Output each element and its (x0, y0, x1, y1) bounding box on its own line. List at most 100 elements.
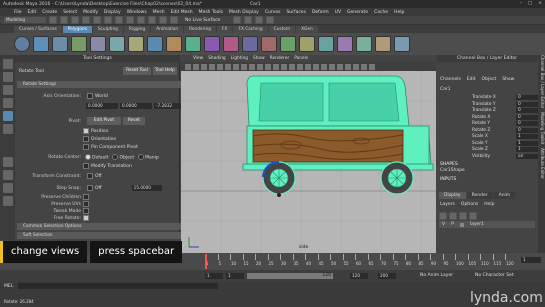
preserve-children-checkbox[interactable] (83, 194, 89, 200)
wireframe-on-shaded-icon[interactable] (281, 63, 287, 70)
channel-attribute-row[interactable]: Translate Y0 (440, 101, 542, 107)
poly-cube-icon[interactable] (33, 36, 49, 52)
layer-color-swatch[interactable] (459, 222, 464, 227)
shelf-tab-fx[interactable]: FX (217, 26, 233, 33)
single-pane-layout-icon[interactable] (2, 157, 13, 167)
layer-tab-display[interactable]: Display (439, 192, 466, 199)
render-icon[interactable] (233, 16, 242, 24)
textured-icon[interactable] (289, 63, 295, 70)
separate-icon[interactable] (166, 36, 182, 52)
transform-constraint-dropdown-arrow[interactable] (87, 173, 93, 179)
select-component-icon[interactable] (126, 16, 134, 24)
shelf-tab-custom[interactable]: Custom (268, 26, 296, 33)
smooth-icon[interactable] (223, 36, 239, 52)
channel-menu-edit[interactable]: Edit (467, 77, 476, 82)
layer-menu-layers[interactable]: Layers (440, 202, 455, 207)
free-rotate-checkbox[interactable] (83, 215, 89, 221)
channel-attribute-row[interactable]: Translate Z0 (440, 108, 542, 113)
image-plane-icon[interactable] (209, 63, 215, 70)
grid-icon[interactable] (217, 63, 223, 70)
rotate-center-manip-radio[interactable] (138, 154, 145, 160)
resolution-gate-icon[interactable] (233, 63, 239, 70)
range-inner-end-field[interactable]: 120 (350, 273, 368, 279)
shelf-tab-curves-surfaces[interactable]: Curves / Surfaces (14, 26, 62, 33)
menu-display[interactable]: Display (104, 10, 121, 15)
menu-help[interactable]: Help (394, 10, 404, 15)
four-pane-layout-icon[interactable] (2, 170, 13, 180)
render-settings-icon[interactable] (255, 16, 264, 24)
magnet-icon[interactable] (170, 16, 178, 24)
axis-orientation-value[interactable]: World (95, 94, 108, 99)
menu-create[interactable]: Create (42, 10, 57, 15)
uv-editor-icon[interactable] (394, 36, 410, 52)
menu-mesh-tools[interactable]: Mesh Tools (199, 10, 223, 15)
poly-torus-icon[interactable] (90, 36, 106, 52)
snap-point-icon[interactable] (159, 16, 167, 24)
viewport-menu-view[interactable]: View (193, 56, 203, 61)
step-snap-amount[interactable]: 15.0000 (131, 185, 162, 191)
channel-menu-object[interactable]: Object (482, 77, 497, 82)
menu-uv[interactable]: UV (335, 10, 341, 15)
layer-menu-help[interactable]: Help (484, 202, 494, 207)
depth-of-field-icon[interactable] (337, 63, 343, 70)
viewport-menu-lighting[interactable]: Lighting (231, 56, 248, 61)
rotate-center-default-radio[interactable] (85, 154, 91, 160)
channel-attribute-row[interactable]: Rotate Z0 (440, 127, 542, 133)
lasso-tool-icon[interactable] (2, 72, 13, 82)
shelf-tab-animation[interactable]: Animation (151, 26, 184, 33)
common-selection-section[interactable]: Common Selection Options (17, 223, 183, 230)
isolate-select-icon[interactable] (345, 63, 351, 70)
viewport-menu-shading[interactable]: Shading (208, 56, 225, 61)
select-object-icon[interactable] (115, 16, 123, 24)
xray-icon[interactable] (353, 63, 359, 70)
target-weld-icon[interactable] (375, 36, 391, 52)
rotate-tool-icon[interactable] (2, 111, 13, 121)
transform-constraint-value[interactable]: Off (95, 174, 102, 179)
side-tab-attribute-editor[interactable]: Attribute Editor (540, 148, 545, 179)
side-tab-channel-box[interactable]: Channel Box / Layer Editor (540, 55, 545, 108)
menu-edit[interactable]: Edit (28, 10, 37, 15)
poly-plane-icon[interactable] (109, 36, 125, 52)
range-start-field[interactable]: 1 (205, 273, 223, 279)
scale-tool-icon[interactable] (2, 124, 13, 134)
snap-grid-icon[interactable] (137, 16, 145, 24)
ipr-render-icon[interactable] (244, 16, 253, 24)
combine-icon[interactable] (147, 36, 163, 52)
ambient-occlusion-icon[interactable] (313, 63, 319, 70)
channel-menu-show[interactable]: Show (502, 77, 514, 82)
bevel-icon[interactable] (299, 36, 315, 52)
viewport-menu-renderer[interactable]: Renderer (270, 56, 290, 61)
select-tool-icon[interactable] (2, 59, 13, 69)
rotate-center-object-radio[interactable] (112, 154, 119, 160)
menu-windows[interactable]: Windows (127, 10, 147, 15)
menu-mesh-display[interactable]: Mesh Display (229, 10, 259, 15)
axis-value-x[interactable]: 0.0000 (86, 103, 118, 109)
move-tool-icon[interactable] (2, 98, 13, 108)
channel-attribute-row[interactable]: Scale Z1 (440, 147, 542, 152)
channel-menu-channels[interactable]: Channels (440, 77, 461, 82)
gate-mask-icon[interactable] (241, 63, 247, 70)
redo-icon[interactable] (93, 16, 101, 24)
mode-dropdown[interactable]: Modeling (4, 17, 46, 23)
shelf-tab-xgen[interactable]: XGen (296, 26, 318, 33)
pivot-reset-button[interactable]: Reset (123, 117, 145, 125)
wireframe-icon[interactable] (265, 63, 271, 70)
fill-hole-icon[interactable] (318, 36, 334, 52)
edit-pivot-button[interactable]: Edit Pivot (87, 117, 121, 125)
xray-components-icon[interactable] (369, 63, 375, 70)
layer-down-icon[interactable] (469, 212, 477, 220)
menu-surfaces[interactable]: Surfaces (286, 10, 306, 15)
poly-sphere-icon[interactable] (14, 36, 30, 52)
rotate-settings-section[interactable]: Rotate Settings (17, 81, 183, 88)
layer-menu-options[interactable]: Options (461, 202, 478, 207)
menu-cache[interactable]: Cache (374, 10, 388, 15)
poly-cone-icon[interactable] (71, 36, 87, 52)
menu-select[interactable]: Select (63, 10, 77, 15)
snap-curve-icon[interactable] (148, 16, 156, 24)
range-end-field[interactable]: 200 (378, 273, 396, 279)
minimize-button[interactable]: – (520, 1, 522, 6)
select-hierarchy-icon[interactable] (104, 16, 112, 24)
close-button[interactable]: × (538, 1, 542, 6)
menu-curves[interactable]: Curves (265, 10, 281, 15)
tool-help-button[interactable]: Tool Help (153, 67, 177, 75)
